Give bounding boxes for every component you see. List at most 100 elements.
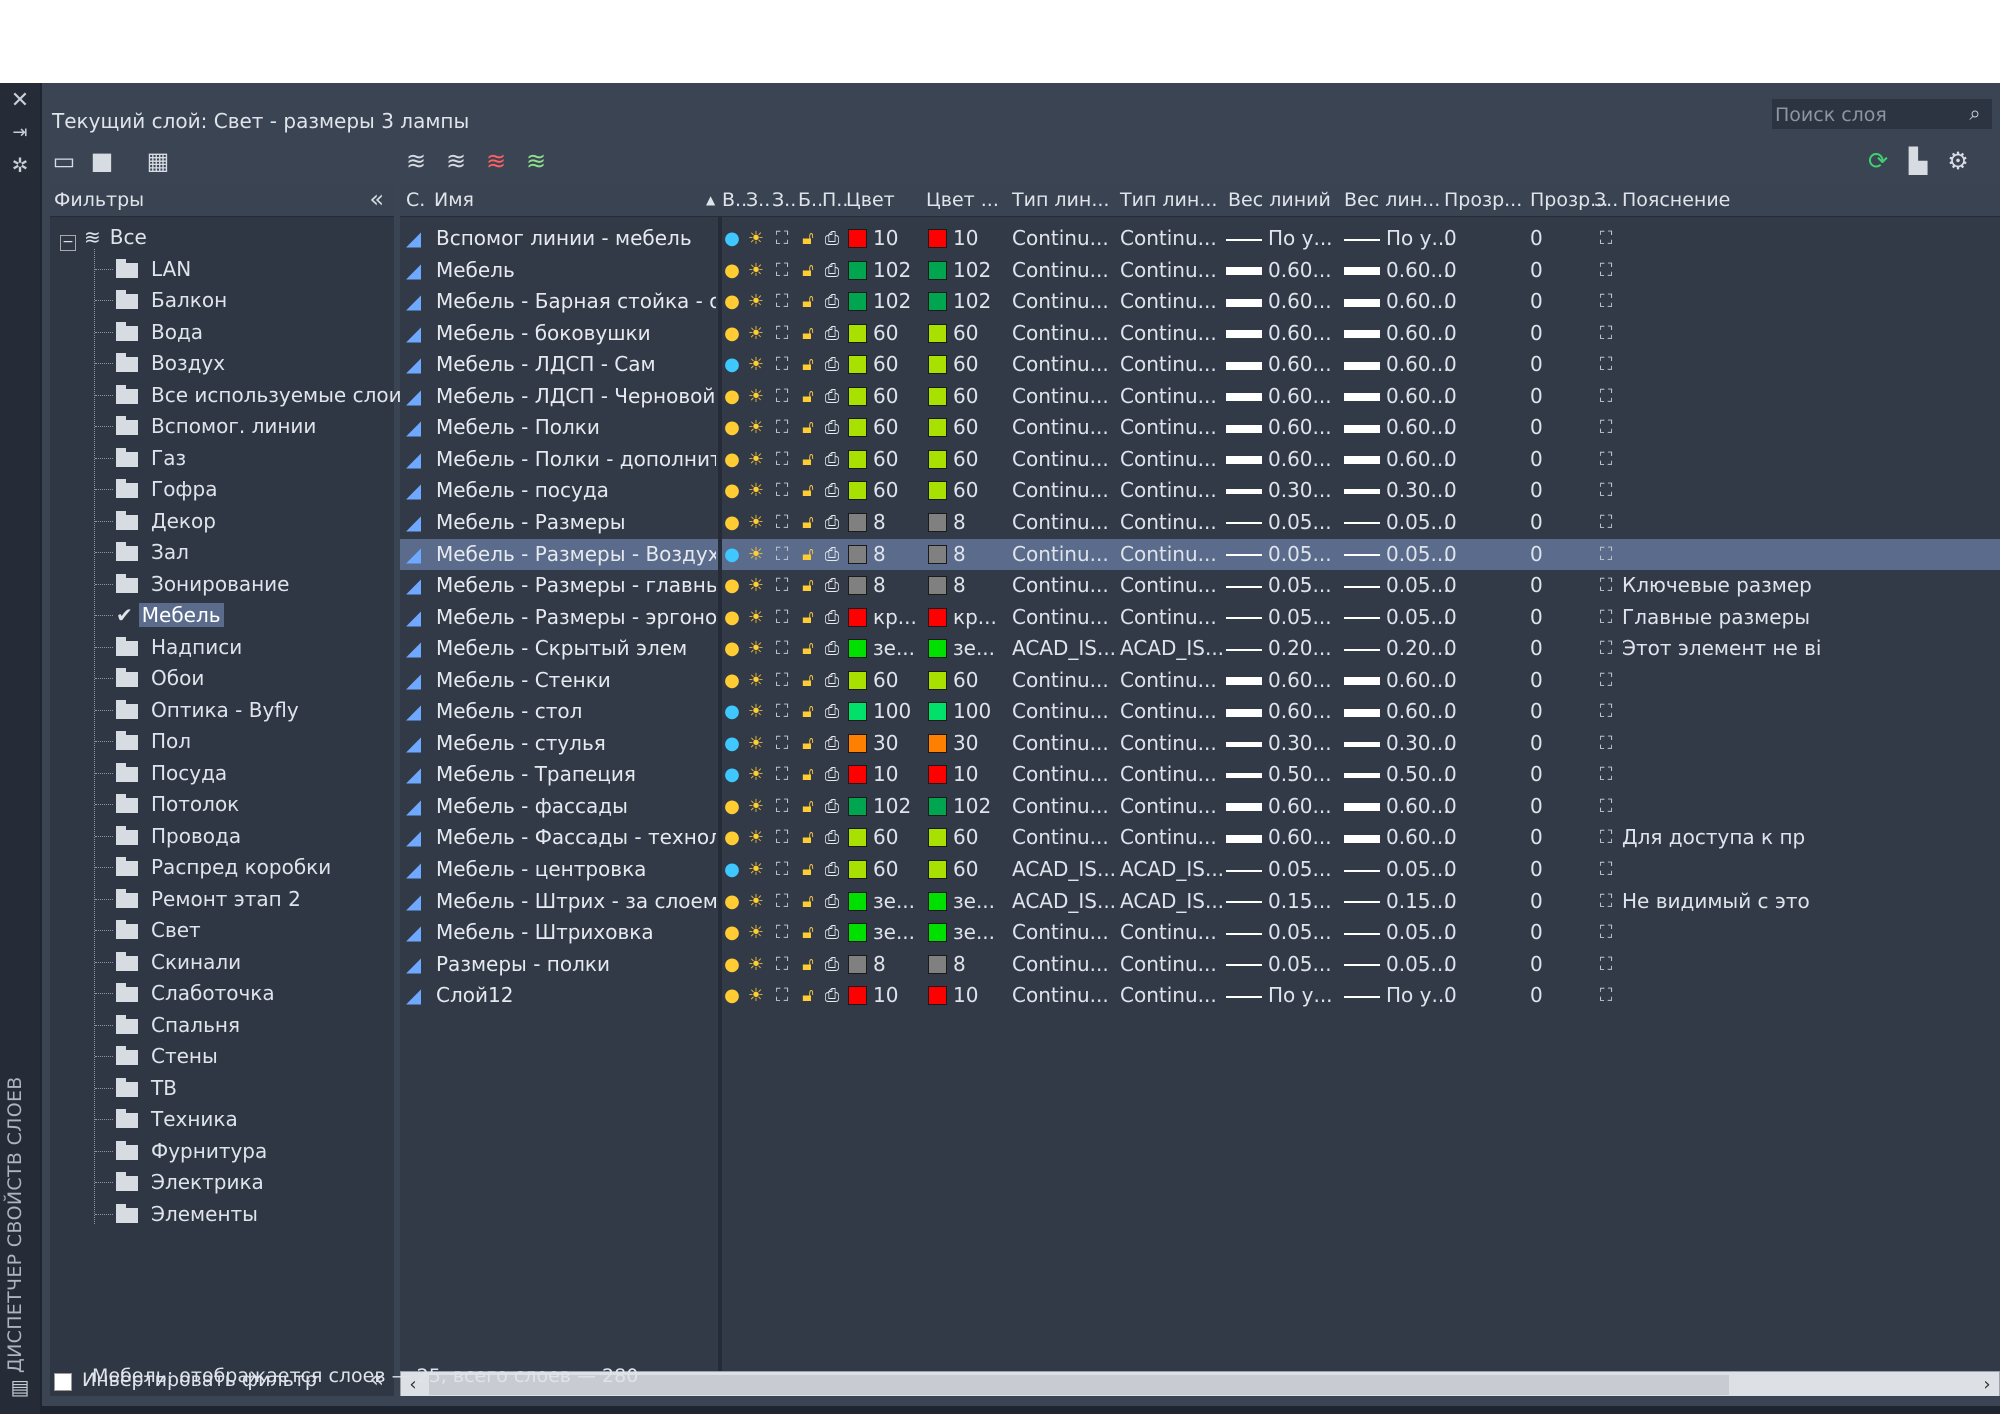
- layer-name[interactable]: Мебель - стол: [436, 696, 716, 727]
- filter-item[interactable]: Воздух: [116, 349, 228, 377]
- lightbulb-icon[interactable]: ●: [720, 728, 744, 759]
- printer-icon[interactable]: ⎙: [820, 886, 844, 917]
- linetype[interactable]: Continu...: [1012, 539, 1109, 570]
- filter-item[interactable]: LAN: [116, 255, 194, 283]
- vp-freeze-icon[interactable]: ⛶: [770, 286, 794, 317]
- layer-color[interactable]: 8: [848, 949, 886, 980]
- filter-item[interactable]: Вспомог. линии: [116, 412, 319, 440]
- vp-lineweight[interactable]: 0.60...: [1344, 444, 1450, 475]
- filter-item[interactable]: Посуда: [116, 759, 230, 787]
- vp-transparency[interactable]: 0: [1530, 633, 1543, 664]
- vp-freeze-icon[interactable]: ⛶: [770, 854, 794, 885]
- layer-color[interactable]: 60: [848, 475, 898, 506]
- vp-transparency[interactable]: 0: [1530, 255, 1543, 286]
- refresh-icon[interactable]: ⟳: [1862, 145, 1894, 177]
- unlock-icon[interactable]: 🔓︎: [796, 539, 820, 570]
- vp-color[interactable]: 60: [928, 475, 978, 506]
- layer-name[interactable]: Мебель - Барная стойка - отверст...: [436, 286, 716, 317]
- filter-item[interactable]: Зонирование: [116, 570, 293, 598]
- lightbulb-icon[interactable]: ●: [720, 475, 744, 506]
- layer-name[interactable]: Мебель - Полки: [436, 412, 716, 443]
- vp-lineweight[interactable]: 0.60...: [1344, 412, 1450, 443]
- linetype[interactable]: Continu...: [1012, 349, 1109, 380]
- linetype[interactable]: Continu...: [1012, 318, 1109, 349]
- sun-icon[interactable]: ☀: [744, 539, 768, 570]
- layer-row[interactable]: ◢Мебель - Размеры - Воздуховод●☀⛶🔓︎⎙88Co…: [400, 538, 2000, 570]
- unlock-icon[interactable]: 🔓︎: [796, 633, 820, 664]
- layer-name[interactable]: Мебель - фассады: [436, 791, 716, 822]
- transparency[interactable]: 0: [1444, 696, 1457, 727]
- vp-freeze-icon[interactable]: ⛶: [770, 349, 794, 380]
- printer-icon[interactable]: ⎙: [820, 854, 844, 885]
- lightbulb-icon[interactable]: ●: [720, 696, 744, 727]
- new-vp-freeze-icon[interactable]: ⛶: [1594, 696, 1618, 727]
- printer-icon[interactable]: ⎙: [820, 791, 844, 822]
- filter-item[interactable]: Декор: [116, 507, 219, 535]
- filter-item[interactable]: Техника: [116, 1105, 241, 1133]
- layer-name[interactable]: Мебель - ЛДСП - Сам: [436, 349, 716, 380]
- layer-row[interactable]: ◢ Мебель - Размеры ● ☀ ⛶ 🔓︎ ⎙ 8 8 Continu... Conti…: [400, 507, 2000, 538]
- transparency[interactable]: 0: [1444, 980, 1457, 1011]
- linetype[interactable]: Continu...: [1012, 917, 1109, 948]
- new-group-filter-icon[interactable]: ■: [86, 145, 118, 177]
- layer-color[interactable]: 102: [848, 286, 911, 317]
- vp-linetype[interactable]: ACAD_IS...: [1120, 633, 1224, 664]
- layer-color[interactable]: 8: [848, 570, 886, 601]
- sun-icon[interactable]: ☀: [744, 570, 768, 601]
- vp-freeze-icon[interactable]: ⛶: [770, 759, 794, 790]
- sun-icon[interactable]: ☀: [744, 223, 768, 254]
- layer-row[interactable]: ◢ Слой12 ● ☀ ⛶ 🔓︎ ⎙ 10 10 Continu... Continu... По …: [400, 980, 2000, 1011]
- linetype[interactable]: Continu...: [1012, 381, 1109, 412]
- layer-states-manager-icon[interactable]: ▦: [142, 145, 174, 177]
- vp-color[interactable]: 100: [928, 696, 991, 727]
- properties-icon[interactable]: ✲: [6, 151, 34, 179]
- sun-icon[interactable]: ☀: [744, 633, 768, 664]
- vp-transparency[interactable]: 0: [1530, 444, 1543, 475]
- printer-icon[interactable]: ⎙: [820, 570, 844, 601]
- lineweight[interactable]: 0.60...: [1226, 255, 1332, 286]
- vp-color[interactable]: 10: [928, 759, 978, 790]
- vp-linetype[interactable]: Continu...: [1120, 696, 1217, 727]
- lineweight[interactable]: 0.60...: [1226, 381, 1332, 412]
- lightbulb-icon[interactable]: ●: [720, 539, 744, 570]
- layer-color[interactable]: 60: [848, 349, 898, 380]
- lineweight[interactable]: 0.60...: [1226, 791, 1332, 822]
- layer-color[interactable]: зе...: [848, 886, 915, 917]
- sun-icon[interactable]: ☀: [744, 980, 768, 1011]
- new-vp-freeze-icon[interactable]: ⛶: [1594, 381, 1618, 412]
- vp-freeze-icon[interactable]: ⛶: [770, 223, 794, 254]
- collapse-filters-icon[interactable]: «: [369, 185, 384, 213]
- vp-transparency[interactable]: 0: [1530, 822, 1543, 853]
- new-vp-freeze-icon[interactable]: ⛶: [1594, 822, 1618, 853]
- lineweight[interactable]: 0.60...: [1226, 318, 1332, 349]
- vp-lineweight[interactable]: 0.20...: [1344, 633, 1450, 664]
- layer-row[interactable]: ◢ Мебель - Трапеция ● ☀ ⛶ 🔓︎ ⎙ 10 10 Continu... Co…: [400, 759, 2000, 790]
- layer-row[interactable]: ◢ Мебель - Полки ● ☀ ⛶ 🔓︎ ⎙ 60 60 Continu... Conti…: [400, 412, 2000, 443]
- layer-color[interactable]: 8: [848, 507, 886, 538]
- column-header[interactable]: В..: [722, 189, 747, 211]
- filter-item[interactable]: Элементы: [116, 1200, 261, 1228]
- vp-color[interactable]: 8: [928, 949, 966, 980]
- vp-color[interactable]: кр...: [928, 602, 997, 633]
- unlock-icon[interactable]: 🔓︎: [796, 854, 820, 885]
- vp-color[interactable]: зе...: [928, 633, 995, 664]
- layer-name[interactable]: Слой12: [436, 980, 716, 1011]
- vp-color[interactable]: 60: [928, 822, 978, 853]
- vp-lineweight[interactable]: 0.50...: [1344, 759, 1450, 790]
- transparency[interactable]: 0: [1444, 255, 1457, 286]
- transparency[interactable]: 0: [1444, 223, 1457, 254]
- filter-item[interactable]: Потолок: [116, 790, 242, 818]
- vp-lineweight[interactable]: 0.60...: [1344, 822, 1450, 853]
- sun-icon[interactable]: ☀: [744, 602, 768, 633]
- transparency[interactable]: 0: [1444, 886, 1457, 917]
- filter-item[interactable]: Электрика: [116, 1168, 267, 1196]
- vp-lineweight[interactable]: 0.60...: [1344, 318, 1450, 349]
- layer-color[interactable]: 8: [848, 539, 886, 570]
- invert-filter-checkbox[interactable]: [54, 1373, 72, 1391]
- column-header[interactable]: Тип лин...: [1120, 189, 1217, 211]
- description[interactable]: Не видимый с это: [1622, 886, 2000, 917]
- filter-item[interactable]: Фурнитура: [116, 1137, 270, 1165]
- layer-row[interactable]: ◢ Мебель - Скрытый элем ● ☀ ⛶ 🔓︎ ⎙ зе... зе... AC…: [400, 633, 2000, 664]
- vp-transparency[interactable]: 0: [1530, 759, 1543, 790]
- vp-lineweight[interactable]: 0.30...: [1344, 728, 1450, 759]
